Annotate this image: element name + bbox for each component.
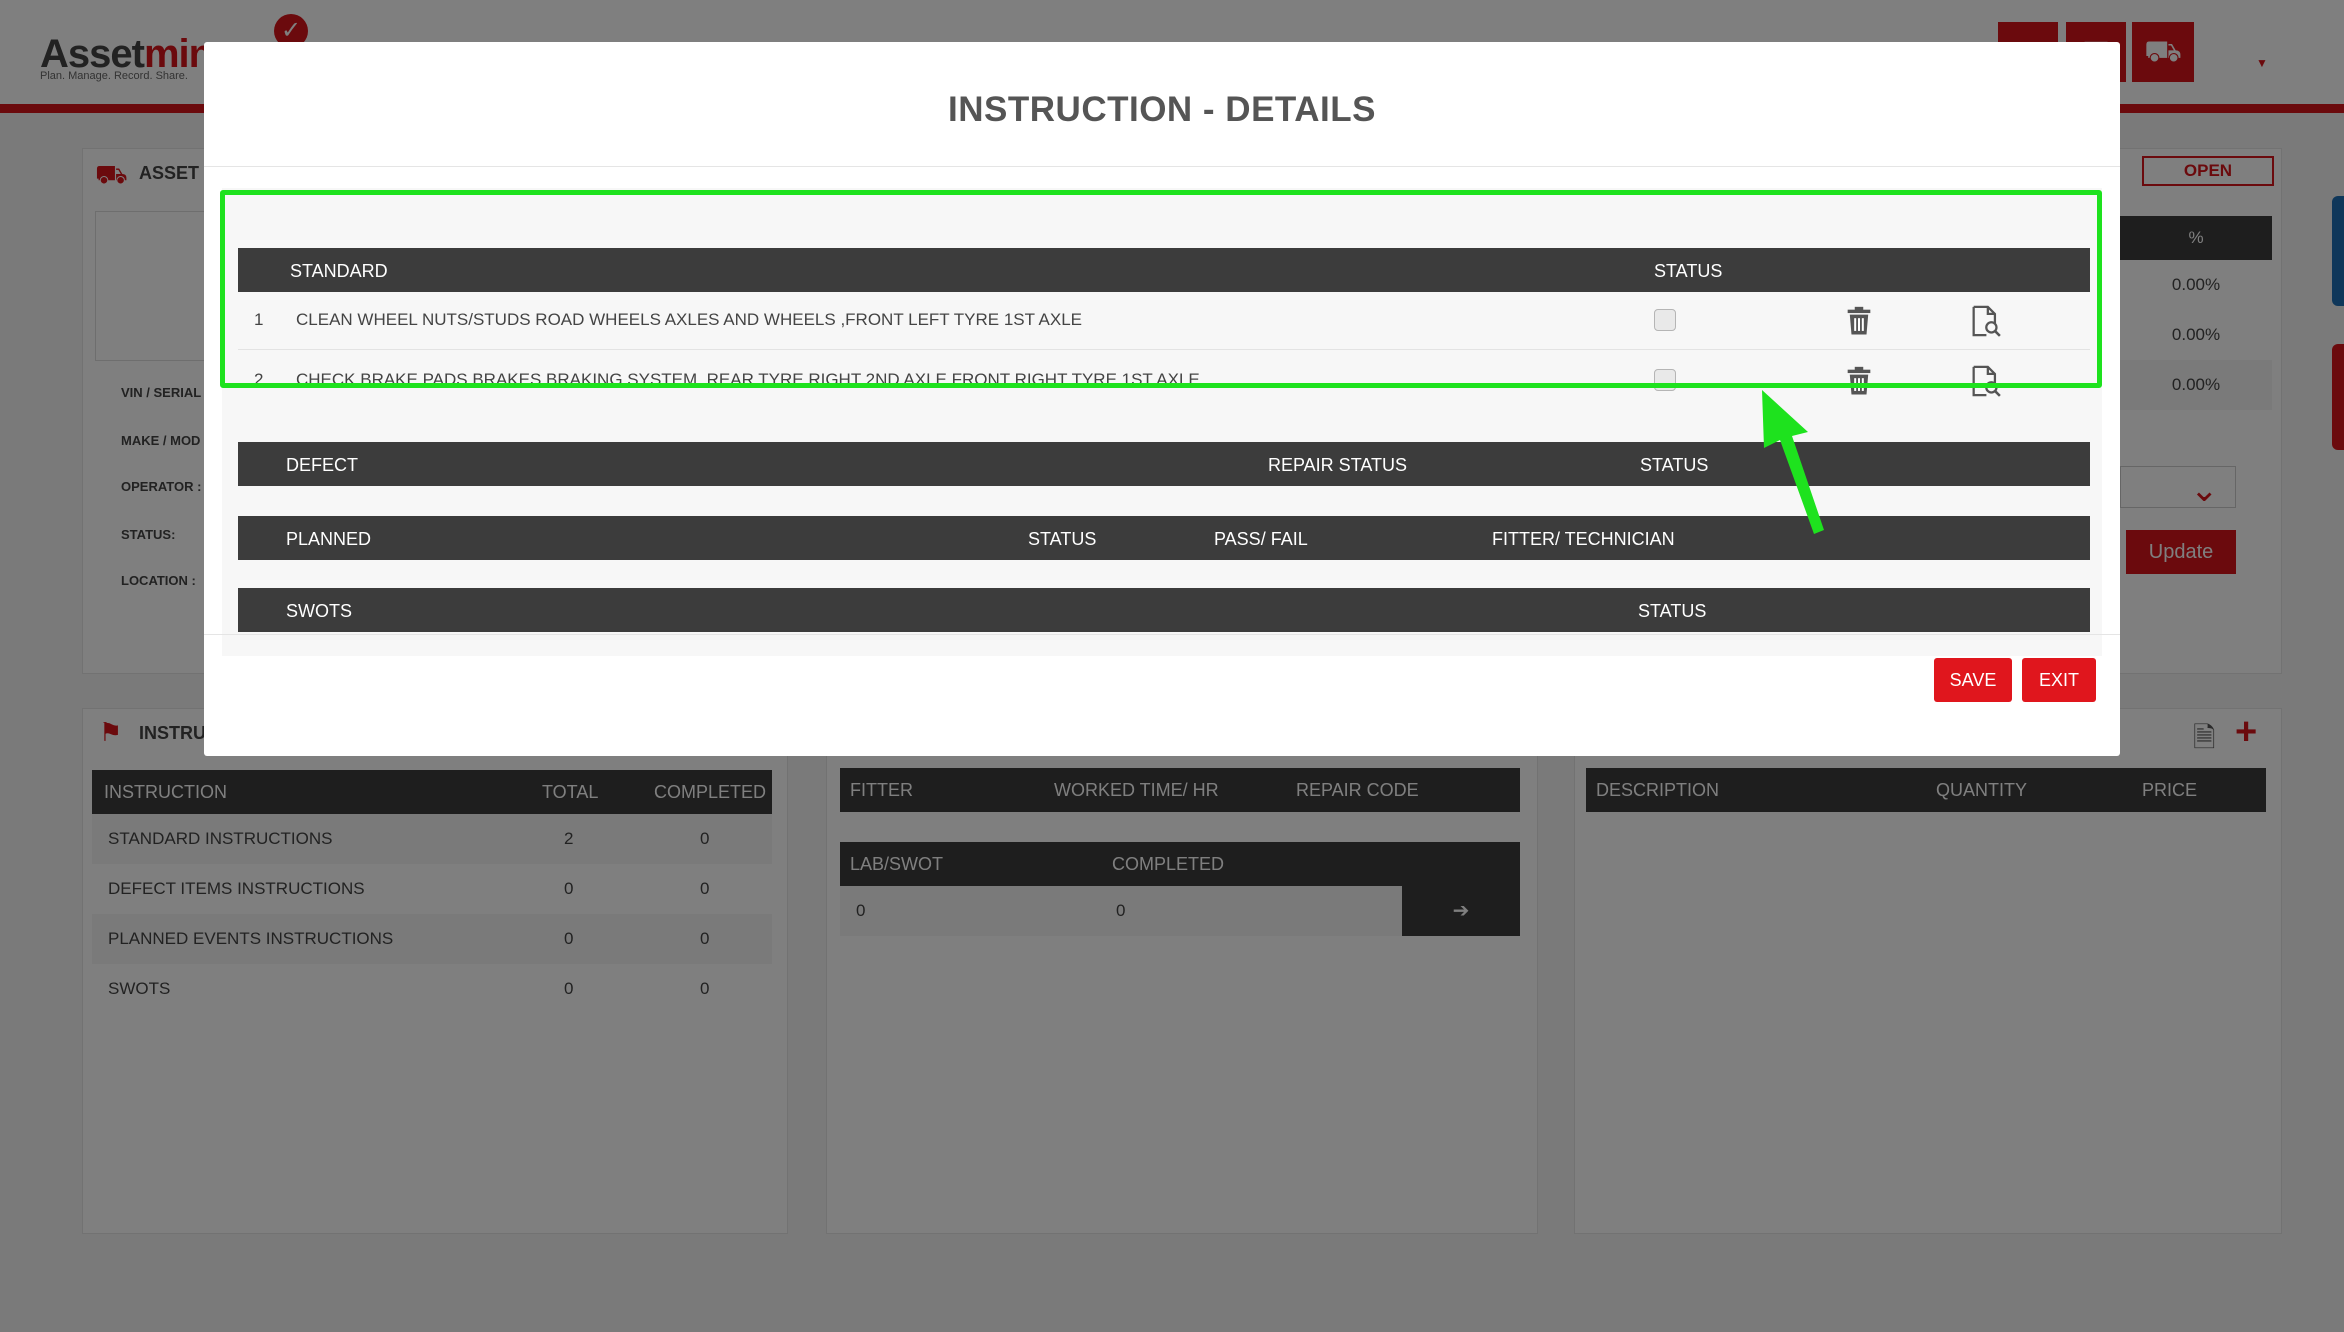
- swots-column: SWOTS: [286, 601, 352, 621]
- modal-footer-divider: [204, 634, 2120, 635]
- modal-divider: [204, 166, 2120, 167]
- save-button[interactable]: SAVE: [1934, 658, 2012, 702]
- repair-status-column: REPAIR STATUS: [1268, 455, 1408, 475]
- defect-column: DEFECT: [286, 455, 358, 475]
- status-column: STATUS: [1640, 455, 1709, 475]
- exit-button[interactable]: EXIT: [2022, 658, 2096, 702]
- status-column: STATUS: [1028, 529, 1097, 549]
- status-column: STATUS: [1638, 601, 1707, 621]
- fitter-technician-column: FITTER/ TECHNICIAN: [1492, 529, 1675, 549]
- planned-column: PLANNED: [286, 529, 372, 549]
- pass-fail-column: PASS/ FAIL: [1214, 529, 1308, 549]
- swots-table-header: SWOTS STATUS: [238, 588, 2090, 632]
- highlight-box: [220, 190, 2102, 388]
- annotation-arrow-icon: [1762, 390, 1824, 534]
- modal-title: INSTRUCTION - DETAILS: [948, 90, 1376, 129]
